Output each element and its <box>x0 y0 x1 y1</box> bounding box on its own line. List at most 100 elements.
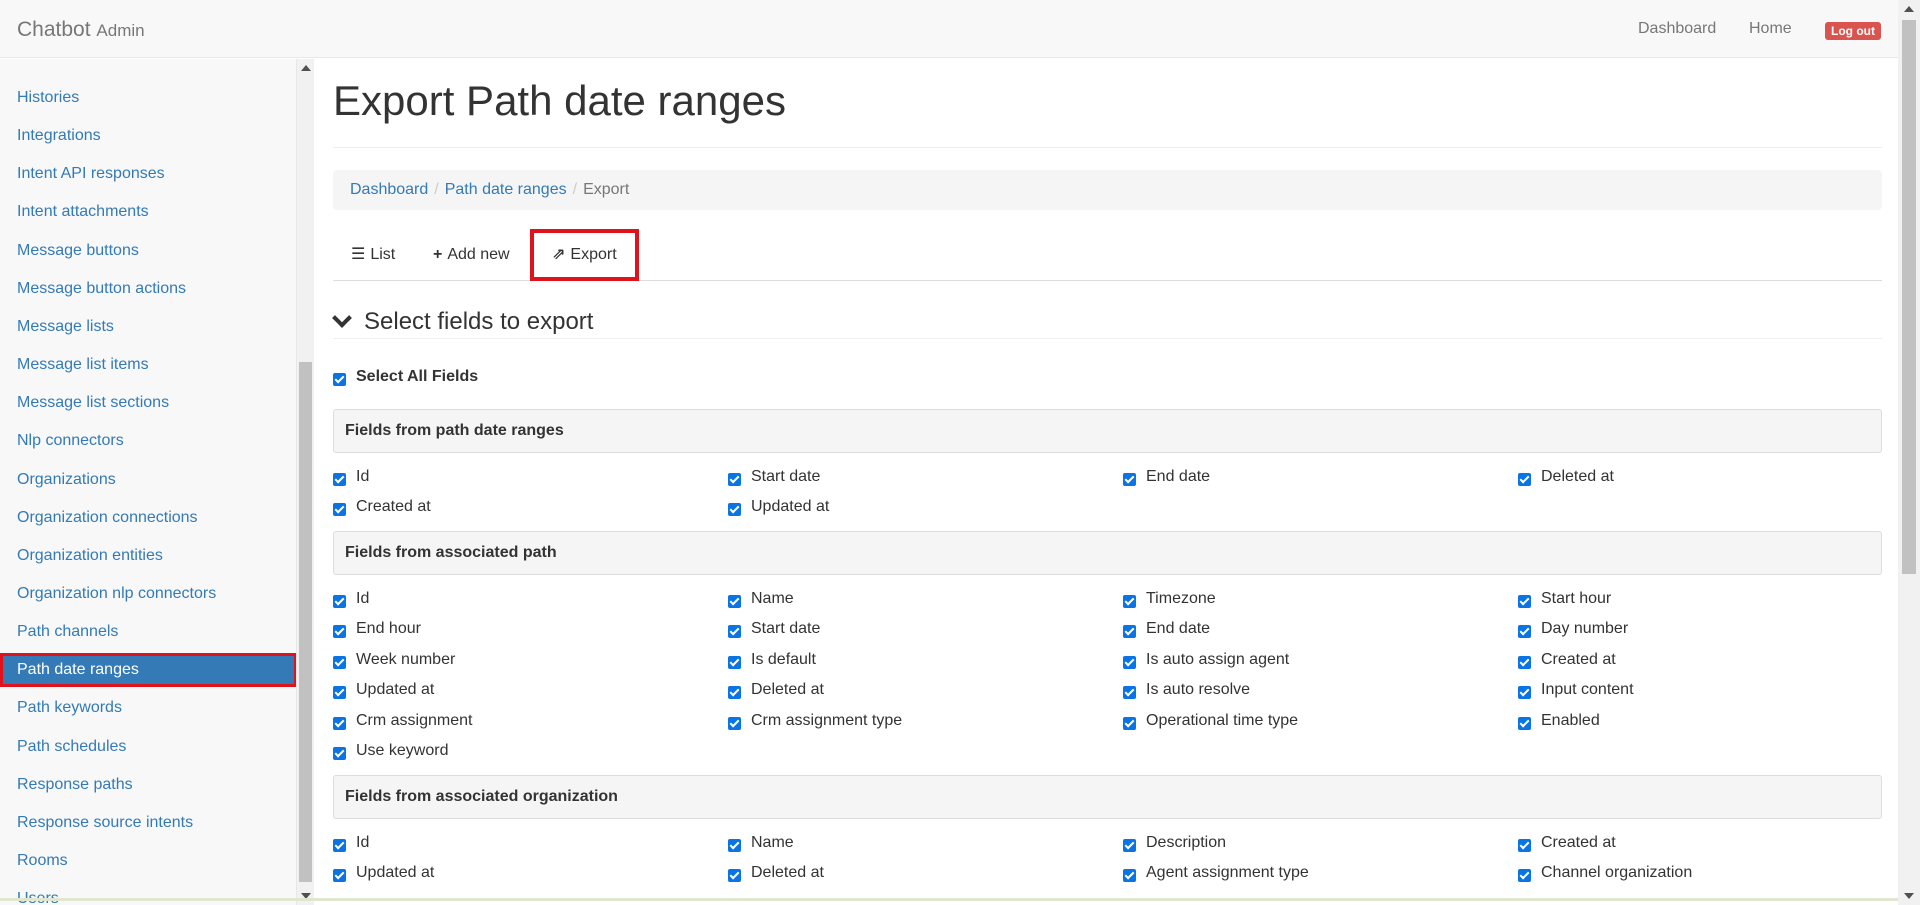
field-checkbox[interactable] <box>333 655 346 669</box>
field-label: Is default <box>751 650 816 668</box>
breadcrumb-path-date-ranges[interactable]: Path date ranges <box>445 181 567 198</box>
field-checkbox[interactable] <box>333 595 346 608</box>
sidebar-item-nlp-connectors[interactable]: Nlp connectors <box>0 424 296 458</box>
bottom-divider <box>0 898 1898 901</box>
field-checkbox[interactable] <box>1518 839 1531 852</box>
field-checkbox[interactable] <box>1518 716 1531 730</box>
field-checkbox[interactable] <box>1123 625 1136 639</box>
sidebar-item-response-source-intents[interactable]: Response source intents <box>0 806 296 840</box>
field-checkbox[interactable] <box>1123 595 1136 608</box>
sidebar: Histories Integrations Intent API response… <box>0 59 297 905</box>
field-checkbox[interactable] <box>728 869 741 883</box>
select-all-checkbox[interactable] <box>333 373 346 386</box>
sidebar-item-path-date-ranges[interactable]: Path date ranges <box>0 653 296 688</box>
field-checkbox[interactable] <box>1123 716 1136 730</box>
field-checkbox[interactable] <box>728 503 741 517</box>
field-checkbox[interactable] <box>333 839 346 852</box>
field-checkbox[interactable] <box>1518 473 1531 486</box>
page-scroll-thumb[interactable] <box>1902 20 1916 574</box>
sidebar-item-integrations[interactable]: Integrations <box>0 119 296 153</box>
field-checkbox[interactable] <box>728 473 741 486</box>
sidebar-item-message-buttons[interactable]: Message buttons <box>0 234 296 268</box>
sidebar-item-message-list-items[interactable]: Message list items <box>0 348 296 382</box>
sidebar-item-intent-attachments[interactable]: Intent attachments <box>0 195 296 229</box>
field-checkbox[interactable] <box>1518 595 1531 608</box>
tab-list[interactable]: ☰ List <box>351 229 395 281</box>
nav-dashboard-link[interactable]: Dashboard <box>1638 20 1716 38</box>
sidebar-item-response-paths[interactable]: Response paths <box>0 768 296 802</box>
sidebar-item-organizations[interactable]: Organizations <box>0 463 296 497</box>
scroll-up-arrow-icon[interactable] <box>301 65 311 71</box>
action-tabs: ☰ List + Add new ⇗ Export <box>333 229 1882 281</box>
scroll-up-arrow-icon[interactable] <box>1904 6 1914 12</box>
field-checkbox[interactable] <box>333 686 346 700</box>
sidebar-scroll-thumb[interactable] <box>299 362 312 882</box>
field-checkbox[interactable] <box>1518 655 1531 669</box>
field-checkbox[interactable] <box>1123 869 1136 883</box>
sidebar-item-histories[interactable]: Histories <box>0 81 296 115</box>
tab-add-new-label: Add new <box>447 246 510 263</box>
sidebar-item-rooms[interactable]: Rooms <box>0 844 296 878</box>
sidebar-item-message-list-sections[interactable]: Message list sections <box>0 386 296 420</box>
field-checkbox[interactable] <box>1518 869 1531 883</box>
select-fields-toggle[interactable]: Select fields to export <box>332 305 1882 339</box>
breadcrumb-separator: / <box>572 181 578 198</box>
sidebar-item-users[interactable]: Users <box>0 882 296 905</box>
field-label: Start hour <box>1541 590 1612 607</box>
sidebar-item-message-lists[interactable]: Message lists <box>0 310 296 344</box>
nav-home-link[interactable]: Home <box>1749 20 1792 38</box>
field-label: Updated at <box>751 498 830 516</box>
field-checkbox[interactable] <box>333 473 346 486</box>
sidebar-item-organization-nlp-connectors[interactable]: Organization nlp connectors <box>0 577 296 611</box>
title-divider <box>333 147 1882 148</box>
field-label: Deleted at <box>1541 468 1614 485</box>
field-label: Agent assignment type <box>1146 864 1309 882</box>
field-checkbox[interactable] <box>728 686 741 700</box>
field-checkbox[interactable] <box>728 625 741 639</box>
field-label: Input content <box>1541 681 1634 699</box>
breadcrumb-dashboard[interactable]: Dashboard <box>350 181 428 198</box>
sidebar-item-path-schedules[interactable]: Path schedules <box>0 730 296 764</box>
sidebar-item-path-channels[interactable]: Path channels <box>0 615 296 649</box>
field-checkbox[interactable] <box>1518 625 1531 639</box>
field-checkbox[interactable] <box>1123 473 1136 486</box>
field-checkbox[interactable] <box>333 625 346 639</box>
field-label: Updated at <box>356 864 435 882</box>
brand[interactable]: Chatbot Admin <box>17 18 145 42</box>
field-checkbox[interactable] <box>728 655 741 669</box>
field-checkbox[interactable] <box>728 839 741 852</box>
sidebar-item-message-button-actions[interactable]: Message button actions <box>0 272 296 306</box>
field-label: Timezone <box>1146 590 1216 607</box>
field-checkbox[interactable] <box>728 595 741 608</box>
select-all-label: Select All Fields <box>356 368 479 385</box>
field-label: Day number <box>1541 620 1629 638</box>
field-label: End date <box>1146 468 1211 485</box>
field-label: End hour <box>356 620 421 638</box>
field-group-header: Fields from associated organization <box>333 775 1882 819</box>
field-checkbox[interactable] <box>333 747 346 760</box>
field-label: Id <box>356 468 370 485</box>
field-label: Name <box>751 590 794 607</box>
scroll-down-arrow-icon[interactable] <box>1904 893 1914 899</box>
field-checkbox[interactable] <box>728 716 741 730</box>
tab-add-new[interactable]: + Add new <box>433 229 510 281</box>
field-checkbox[interactable] <box>1123 839 1136 852</box>
section-title: Select fields to export <box>364 308 594 335</box>
field-checkbox[interactable] <box>1123 655 1136 669</box>
page-scrollbar[interactable] <box>1898 0 1920 905</box>
field-checkbox[interactable] <box>333 869 346 883</box>
tab-export[interactable]: ⇗ Export <box>530 229 639 281</box>
breadcrumb: Dashboard / Path date ranges / Export <box>333 170 1882 210</box>
sidebar-item-intent-api-responses[interactable]: Intent API responses <box>0 157 296 191</box>
field-checkbox[interactable] <box>333 503 346 517</box>
field-checkbox[interactable] <box>1123 686 1136 700</box>
share-icon: ⇗ <box>552 246 566 263</box>
sidebar-item-organization-entities[interactable]: Organization entities <box>0 539 296 573</box>
field-checkbox[interactable] <box>1518 686 1531 700</box>
sidebar-item-path-keywords[interactable]: Path keywords <box>0 691 296 725</box>
logout-button[interactable]: Log out <box>1825 22 1881 40</box>
field-label: Deleted at <box>751 681 824 699</box>
sidebar-item-organization-connections[interactable]: Organization connections <box>0 501 296 535</box>
field-checkbox[interactable] <box>333 716 346 730</box>
sidebar-scrollbar[interactable] <box>297 59 314 905</box>
